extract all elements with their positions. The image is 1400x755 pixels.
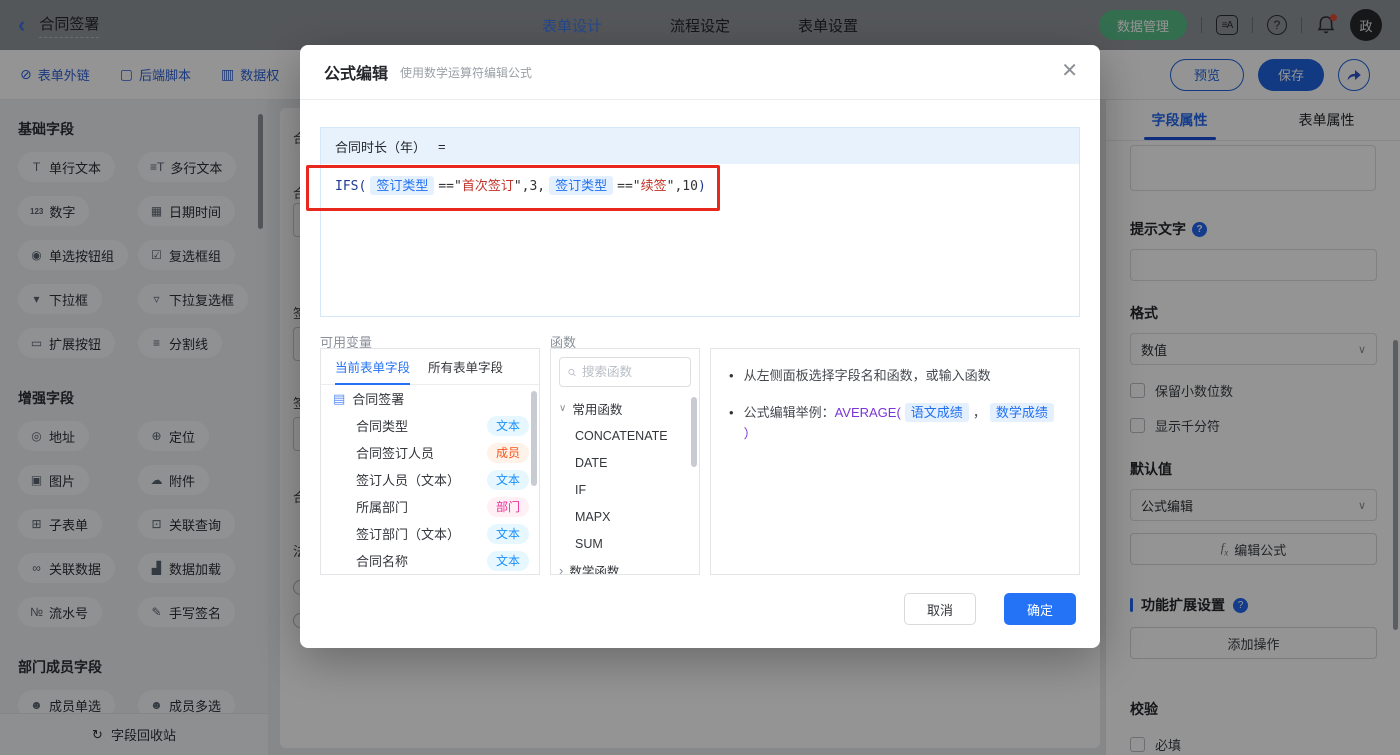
variable-type-tag: 文本 [486, 415, 529, 436]
formula-token[interactable]: IFS( [335, 179, 366, 194]
formula-token[interactable]: ",10 [667, 179, 698, 194]
confirm-button[interactable]: 确定 [1004, 593, 1076, 625]
functions-scrollbar[interactable] [691, 397, 697, 467]
variable-label: 所属部门 [356, 500, 409, 515]
formula-token[interactable]: ) [698, 179, 706, 194]
example-token: 数学成绩 [989, 403, 1054, 422]
variable-label: 签订部门（文本） [356, 527, 461, 542]
tips-panel: • 从左侧面板选择字段名和函数，或输入函数 • 公式编辑举例：AVERAGE(语… [710, 348, 1080, 575]
variable-item[interactable]: 签订人员（文本） 文本 [321, 466, 539, 493]
close-icon[interactable]: ✕ [1061, 61, 1078, 81]
variable-item[interactable]: 合同类型 文本 [321, 412, 539, 439]
example-token: ） [743, 426, 757, 441]
bullet: • [729, 368, 734, 383]
variable-type-tag: 部门 [486, 496, 529, 517]
variable-label: 合同名称 [356, 554, 409, 569]
formula-input-area[interactable]: IFS(签订类型 =="首次签订",3, 签订类型 =="续签",10) [321, 164, 1079, 210]
function-item[interactable]: CONCATENATE [551, 422, 699, 449]
function-item[interactable]: 常用函数 [551, 395, 699, 422]
variable-item[interactable]: 所属部门 部门 [321, 493, 539, 520]
variable-label: 签订人员（文本） [356, 473, 461, 488]
equals-sign: = [438, 138, 446, 154]
example-token: ， [972, 405, 986, 420]
variable-item[interactable]: 合同签订人员 成员 [321, 439, 539, 466]
function-search-input[interactable] [582, 365, 682, 379]
formula-edit-modal: 公式编辑 使用数学运算符编辑公式 ✕ 合同时长（年） = IFS(签订类型 =="… [300, 45, 1100, 648]
tip-text: 从左侧面板选择字段名和函数，或输入函数 [743, 368, 991, 383]
formula-token[interactable]: ==" [617, 179, 640, 194]
variables-tab[interactable]: 所有表单字段 [428, 349, 503, 385]
formula-editor: 合同时长（年） = IFS(签订类型 =="首次签订",3, 签订类型 =="续签",… [320, 127, 1080, 317]
variable-type-tag: 文本 [486, 550, 529, 571]
variable-item[interactable]: 签订部门（文本） 文本 [321, 520, 539, 547]
function-item[interactable]: IF [551, 476, 699, 503]
functions-panel: 常用函数CONCATENATEDATEIFMAPXSUM数学函数文本函数 [550, 348, 700, 575]
variables-panel: 当前表单字段 所有表单字段 ▤ 合同签署 合同类型 文本 合同签订人员 成员 签订… [320, 348, 540, 575]
variable-item[interactable]: 文本 [321, 574, 539, 575]
modal-title: 公式编辑 [324, 66, 389, 83]
function-item[interactable]: 数学函数 [551, 557, 699, 574]
formula-token[interactable]: 续签 [641, 179, 667, 194]
example-token: 公式编辑举例： [743, 405, 835, 420]
variable-label: 合同签订人员 [356, 446, 435, 461]
variable-type-tag: 文本 [486, 523, 529, 544]
variable-label: 合同类型 [356, 419, 409, 434]
search-icon [568, 368, 576, 376]
form-tree-root[interactable]: ▤ 合同签署 [321, 385, 539, 412]
formula-token[interactable]: 首次签订 [462, 179, 514, 194]
formula-token[interactable]: ==" [438, 179, 461, 194]
function-search[interactable] [559, 357, 691, 387]
function-item[interactable]: MAPX [551, 503, 699, 530]
variables-tab[interactable]: 当前表单字段 [335, 349, 411, 385]
formula-token[interactable]: 签订类型 [370, 176, 435, 195]
modal-subtitle: 使用数学运算符编辑公式 [400, 65, 533, 80]
formula-token[interactable]: 签订类型 [549, 176, 614, 195]
bullet: • [729, 405, 734, 420]
formula-target-field: 合同时长（年） [335, 139, 427, 155]
example-token: AVERAGE( [834, 405, 901, 420]
variable-type-tag: 成员 [486, 442, 529, 463]
variables-scrollbar[interactable] [531, 391, 537, 486]
function-item[interactable]: SUM [551, 530, 699, 557]
function-item[interactable]: DATE [551, 449, 699, 476]
tip-example: 公式编辑举例：AVERAGE(语文成绩，数学成绩 ） [744, 402, 1061, 444]
variable-type-tag: 文本 [486, 469, 529, 490]
formula-token[interactable]: ",3, [514, 179, 545, 194]
form-doc-icon: ▤ [333, 390, 346, 406]
variable-item[interactable]: 合同名称 文本 [321, 547, 539, 574]
example-token: 语文成绩 [904, 403, 969, 422]
cancel-button[interactable]: 取消 [904, 593, 976, 625]
